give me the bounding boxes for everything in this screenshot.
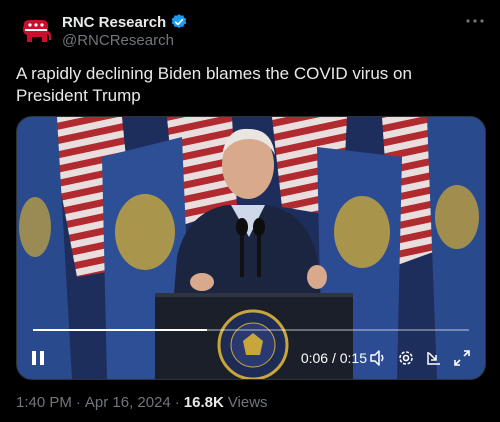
fullscreen-icon: [454, 350, 470, 366]
author-handle[interactable]: @RNCResearch: [62, 32, 174, 49]
author-avatar[interactable]: [16, 12, 56, 52]
more-options-button[interactable]: [464, 12, 486, 30]
tweet-text: A rapidly declining Biden blames the COV…: [16, 64, 412, 105]
meta-dot: ·: [75, 394, 81, 411]
views-label: Views: [227, 394, 268, 411]
volume-icon: [370, 350, 384, 366]
tweet-meta: 1:40 PM · Apr 16, 2024 · 16.8K Views: [16, 394, 268, 411]
gop-elephant-icon: [23, 20, 51, 42]
video-time-separator: /: [331, 350, 336, 366]
views-count: 16.8K: [183, 394, 224, 411]
author-display-name[interactable]: RNC Research: [62, 14, 166, 31]
video-duration: 0:15: [339, 350, 367, 366]
pause-button[interactable]: [29, 349, 47, 367]
video-controls: 0:06 / 0:15: [17, 335, 485, 379]
video-player[interactable]: 0:06 / 0:15: [16, 116, 486, 380]
video-progress-bar[interactable]: [33, 329, 469, 331]
tweet-date[interactable]: Apr 16, 2024: [85, 394, 171, 411]
verified-badge-icon: [171, 14, 187, 29]
video-progress-fill: [33, 329, 208, 331]
author-name-row[interactable]: RNC Research: [62, 13, 188, 31]
video-time: 0:06 / 0:15: [301, 350, 367, 366]
settings-icon: [399, 351, 413, 365]
picture-in-picture-button[interactable]: [425, 349, 443, 367]
volume-button[interactable]: [369, 349, 387, 367]
pause-icon: [32, 351, 44, 365]
picture-in-picture-icon: [427, 352, 440, 365]
more-dots-icon: [466, 19, 484, 23]
meta-dot: ·: [174, 394, 180, 411]
tweet-time[interactable]: 1:40 PM: [16, 394, 72, 411]
settings-button[interactable]: [397, 349, 415, 367]
fullscreen-button[interactable]: [453, 349, 471, 367]
tweet-card: RNC Research @RNCResearch A rapidly decl…: [0, 0, 500, 422]
video-current-time: 0:06: [300, 350, 329, 366]
